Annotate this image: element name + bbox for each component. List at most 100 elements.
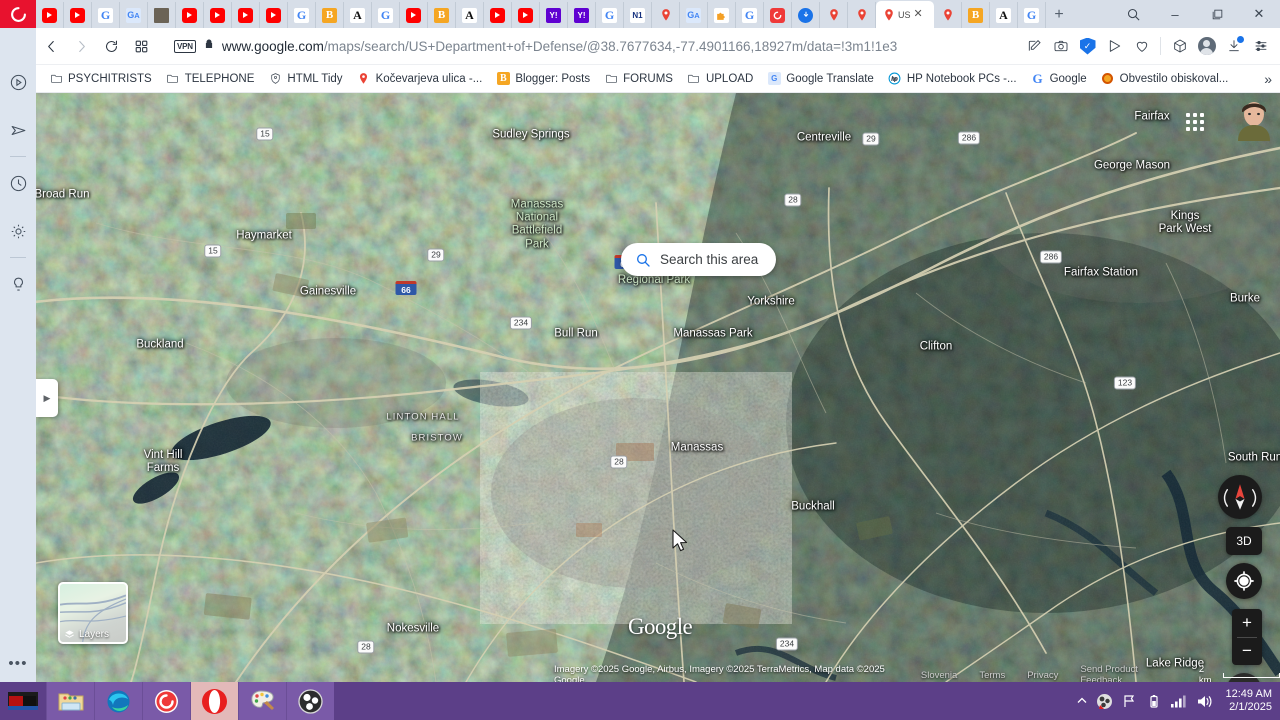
send-icon[interactable] — [1101, 33, 1128, 60]
obs-tray-icon[interactable] — [1096, 693, 1113, 710]
bookmark-telephone[interactable]: TELEPHONE — [159, 68, 262, 90]
tab-youtube-icon[interactable] — [484, 2, 512, 28]
microsoft-edge-icon[interactable] — [94, 682, 142, 720]
battery-icon[interactable] — [1146, 694, 1161, 709]
expand-side-panel-button[interactable]: ▶ — [36, 379, 58, 417]
tab-blogger-icon[interactable]: B — [428, 2, 456, 28]
tab-youtube-icon[interactable] — [64, 2, 92, 28]
tab-oldstyle-a-icon[interactable]: A — [456, 2, 484, 28]
privacy-link[interactable]: Privacy — [1027, 670, 1058, 681]
tab-google-maps-pin-icon[interactable] — [934, 2, 962, 28]
toggle-3d-button[interactable]: 3D — [1226, 527, 1262, 555]
bookmark-blogger-posts[interactable]: B Blogger: Posts — [489, 68, 597, 90]
tab-n1-icon[interactable]: N1 — [624, 2, 652, 28]
notes-bulb-icon[interactable] — [0, 260, 36, 308]
user-avatar[interactable] — [1236, 99, 1272, 141]
tab-puzzle-icon[interactable] — [708, 2, 736, 28]
tab-youtube-icon[interactable] — [204, 2, 232, 28]
start-button[interactable] — [0, 682, 46, 720]
bookmark-forums[interactable]: FORUMS — [597, 68, 680, 90]
cube-icon[interactable] — [1166, 33, 1193, 60]
file-explorer-icon[interactable] — [46, 682, 94, 720]
tab-download-icon[interactable] — [792, 2, 820, 28]
show-hidden-icons-chevron[interactable] — [1077, 696, 1087, 706]
terms-link[interactable]: Terms — [979, 670, 1005, 681]
sidepanel-more-button[interactable]: ••• — [0, 655, 36, 672]
edit-page-icon[interactable] — [1020, 33, 1047, 60]
tab-youtube-icon[interactable] — [512, 2, 540, 28]
tab-vivaldi-icon[interactable] — [764, 2, 792, 28]
volume-icon[interactable] — [1196, 694, 1213, 709]
tab-google-maps-pin-icon[interactable] — [820, 2, 848, 28]
tab-youtube-icon[interactable] — [260, 2, 288, 28]
compass-icon[interactable] — [1218, 475, 1262, 519]
tab-google-maps-pin-icon[interactable] — [652, 2, 680, 28]
vivaldi-logo-icon[interactable] — [0, 0, 36, 28]
tab-google-icon[interactable]: G — [92, 2, 120, 28]
zoom-in-button[interactable]: + — [1232, 609, 1262, 637]
settings-gear-icon[interactable] — [0, 207, 36, 255]
signal-bars-icon[interactable] — [1170, 694, 1187, 708]
settings-sliders-icon[interactable] — [1247, 33, 1274, 60]
media-player-icon[interactable] — [0, 58, 36, 106]
tab-google-icon[interactable]: G — [288, 2, 316, 28]
heart-icon[interactable] — [1128, 33, 1155, 60]
zoom-out-button[interactable]: − — [1232, 638, 1262, 666]
tab-door-icon[interactable] — [148, 2, 176, 28]
camera-icon[interactable] — [1047, 33, 1074, 60]
maximize-button[interactable] — [1196, 0, 1238, 28]
tab-blogger-icon[interactable]: B — [962, 2, 990, 28]
reload-icon[interactable] — [96, 31, 126, 61]
bookmark-psychitrists[interactable]: PSYCHITRISTS — [42, 68, 159, 90]
tab-yahoo-icon[interactable]: Y! — [540, 2, 568, 28]
locate-me-icon[interactable] — [1226, 563, 1262, 599]
tab-google-maps-pin-icon[interactable] — [848, 2, 876, 28]
vivaldi-icon[interactable] — [142, 682, 190, 720]
google-apps-grid-icon[interactable] — [1186, 113, 1204, 131]
bookmark-google-translate[interactable]: G Google Translate — [760, 68, 881, 90]
profile-avatar-icon[interactable] — [1193, 33, 1220, 60]
tab-google-translate-icon[interactable]: GA — [680, 2, 708, 28]
close-tab-icon[interactable]: ✕ — [914, 9, 923, 20]
tab-google-icon[interactable]: G — [372, 2, 400, 28]
layers-button[interactable]: Layers — [58, 582, 128, 644]
tab-oldstyle-a-icon[interactable]: A — [344, 2, 372, 28]
flag-icon[interactable] — [1122, 694, 1137, 709]
opera-icon[interactable] — [190, 682, 238, 720]
minimize-button[interactable]: – — [1154, 0, 1196, 28]
tab-youtube-icon[interactable] — [36, 2, 64, 28]
bookmark-ko-evarjeva-ulica[interactable]: Kočevarjeva ulica -... — [350, 68, 490, 90]
address-bar[interactable]: VPN www.google.com/maps/search/US+Depart… — [174, 33, 1020, 59]
tab-oldstyle-a-icon[interactable]: A — [990, 2, 1018, 28]
shield-check-icon[interactable]: ✓ — [1074, 33, 1101, 60]
back-arrow-icon[interactable] — [36, 31, 66, 61]
tab-youtube-icon[interactable] — [232, 2, 260, 28]
close-window-button[interactable]: ✕ — [1238, 0, 1280, 28]
active-tab-google-maps[interactable]: US ✕ — [876, 1, 934, 28]
region-link[interactable]: Slovenia — [921, 670, 957, 681]
forward-arrow-icon[interactable] — [66, 31, 96, 61]
bookmark-upload[interactable]: UPLOAD — [680, 68, 760, 90]
tab-youtube-icon[interactable] — [176, 2, 204, 28]
taskbar-clock[interactable]: 12:49 AM 2/1/2025 — [1222, 688, 1272, 714]
bookmarks-overflow-button[interactable]: » — [1264, 71, 1280, 87]
bookmark-hp-notebook-pcs[interactable]: hp HP Notebook PCs -... — [881, 68, 1024, 90]
tab-yahoo-icon[interactable]: Y! — [568, 2, 596, 28]
window-search-icon[interactable] — [1112, 0, 1154, 28]
tab-google-icon[interactable]: G — [736, 2, 764, 28]
tab-google-translate-icon[interactable]: GA — [120, 2, 148, 28]
tab-google-icon[interactable]: G — [596, 2, 624, 28]
tab-blogger-icon[interactable]: B — [316, 2, 344, 28]
bookmark-obvestilo-obiskoval[interactable]: Obvestilo obiskoval... — [1094, 68, 1236, 90]
send-product-feedback-link[interactable]: Send Product Feedback — [1080, 664, 1177, 682]
new-tab-button[interactable]: + — [1046, 2, 1072, 28]
google-maps-satellite-view[interactable]: Sudley Springs Centreville Fairfax George M… — [36, 93, 1280, 682]
bookmark-google[interactable]: G Google — [1024, 68, 1094, 90]
tab-youtube-icon[interactable] — [400, 2, 428, 28]
bookmark-html-tidy[interactable]: HTML Tidy — [261, 68, 349, 90]
history-clock-icon[interactable] — [0, 159, 36, 207]
tab-google-icon[interactable]: G — [1018, 2, 1046, 28]
search-this-area-button[interactable]: Search this area — [621, 243, 777, 276]
paint-icon[interactable] — [238, 682, 286, 720]
tile-grid-icon[interactable] — [126, 31, 156, 61]
